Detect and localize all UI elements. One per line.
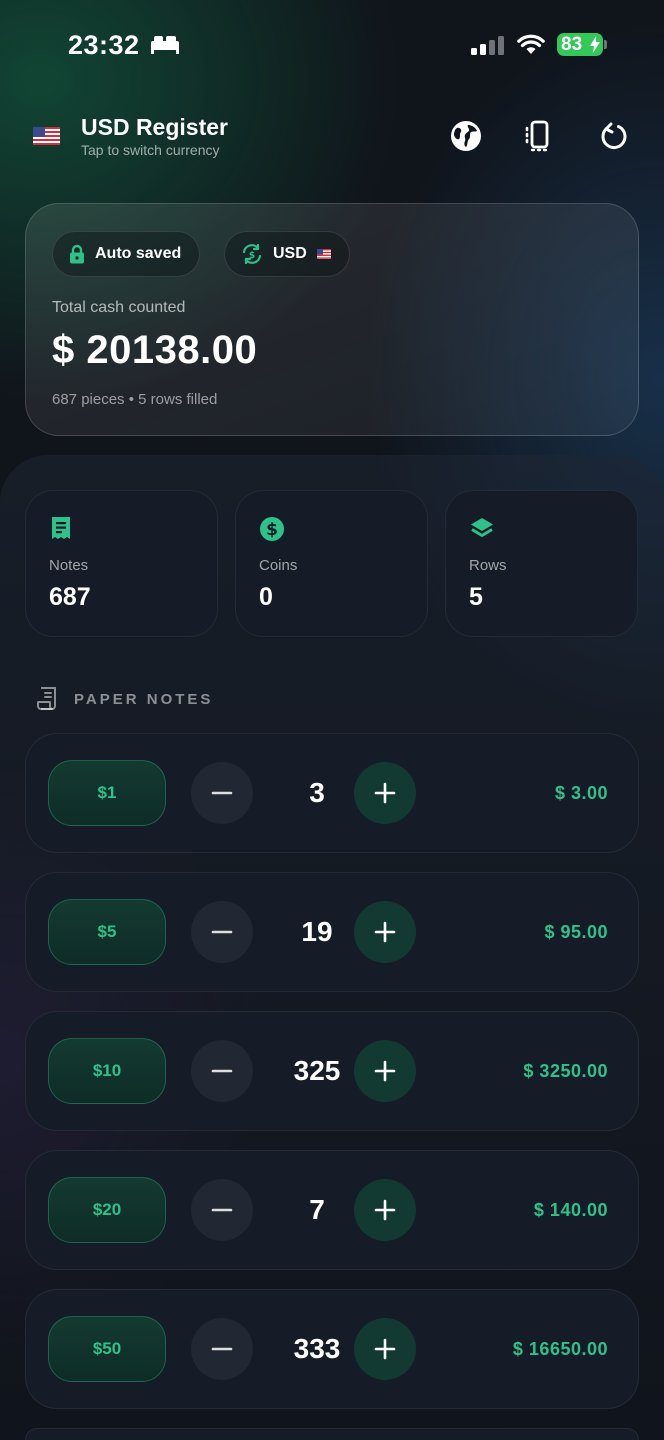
plus-icon <box>374 1199 396 1221</box>
charging-bolt-icon <box>590 36 600 53</box>
stat-card-coins: $ Coins 0 <box>235 490 428 637</box>
increment-button[interactable] <box>354 1318 416 1380</box>
us-flag-icon <box>316 249 331 259</box>
page-title[interactable]: USD Register <box>81 114 228 141</box>
us-flag-icon[interactable] <box>33 127 60 145</box>
denomination-chip[interactable]: $10 <box>48 1038 166 1104</box>
increment-button[interactable] <box>354 1179 416 1241</box>
denomination-row: $5 19 $ 95.00 <box>25 872 639 992</box>
minus-icon <box>211 1347 233 1351</box>
globe-icon <box>451 121 481 151</box>
stat-value: 5 <box>469 583 483 611</box>
denomination-chip[interactable]: $1 <box>48 760 166 826</box>
reset-button[interactable] <box>596 118 632 154</box>
stat-value: 0 <box>259 583 273 611</box>
plus-icon <box>374 1338 396 1360</box>
device-button[interactable] <box>521 118 557 154</box>
denomination-row: $20 7 $ 140.00 <box>25 1150 639 1270</box>
stat-card-notes: Notes 687 <box>25 490 218 637</box>
total-card: Auto saved $ USD Total cash counted $ 20… <box>25 203 639 436</box>
phone-vibrate-icon <box>525 120 549 152</box>
stat-card-rows: Rows 5 <box>445 490 638 637</box>
status-time: 23:32 <box>68 30 140 60</box>
plus-icon <box>374 782 396 804</box>
stat-value: 687 <box>49 583 91 611</box>
section-title: PAPER NOTES <box>74 690 214 708</box>
row-subtotal: $ 3250.00 <box>523 1060 608 1081</box>
row-subtotal: $ 16650.00 <box>512 1338 608 1359</box>
plus-icon <box>374 1060 396 1082</box>
wifi-icon <box>517 34 545 54</box>
decrement-button[interactable] <box>191 1179 253 1241</box>
denomination-chip[interactable]: $20 <box>48 1177 166 1243</box>
increment-button[interactable] <box>354 1040 416 1102</box>
status-bar: 23:32 83 <box>0 0 664 90</box>
section-header-paper-notes: PAPER NOTES <box>37 686 213 712</box>
decrement-button[interactable] <box>191 1040 253 1102</box>
minus-icon <box>211 1208 233 1212</box>
currency-switch-pill[interactable]: $ USD <box>224 231 350 277</box>
sleep-focus-icon <box>151 36 179 54</box>
svg-text:$: $ <box>266 520 278 540</box>
denomination-chip[interactable]: $5 <box>48 899 166 965</box>
denomination-row: $10 325 $ 3250.00 <box>25 1011 639 1131</box>
lock-icon <box>70 244 84 264</box>
minus-icon <box>211 930 233 934</box>
minus-icon <box>211 1069 233 1073</box>
stat-label: Coins <box>259 557 298 574</box>
increment-button[interactable] <box>354 901 416 963</box>
denomination-row: $1 3 $ 3.00 <box>25 733 639 853</box>
currency-exchange-icon: $ <box>242 243 262 265</box>
battery-cap <box>604 40 607 49</box>
denomination-row: $50 333 $ 16650.00 <box>25 1289 639 1409</box>
layers-icon <box>471 518 493 537</box>
stat-label: Notes <box>49 557 89 574</box>
page-subtitle: Tap to switch currency <box>81 142 220 158</box>
decrement-button[interactable] <box>191 762 253 824</box>
total-amount: $ 20138.00 <box>52 328 258 372</box>
total-meta: 687 pieces • 5 rows filled <box>52 391 218 408</box>
currency-globe-button[interactable] <box>448 118 484 154</box>
decrement-button[interactable] <box>191 1318 253 1380</box>
increment-button[interactable] <box>354 762 416 824</box>
auto-saved-label: Auto saved <box>95 245 182 262</box>
cellular-signal-icon <box>471 36 504 55</box>
refresh-icon <box>601 122 627 150</box>
row-subtotal: $ 95.00 <box>544 921 608 942</box>
battery-level: 83 <box>561 33 583 55</box>
plus-icon <box>374 921 396 943</box>
stat-label: Rows <box>469 557 507 574</box>
dollar-coin-icon: $ <box>260 517 284 541</box>
row-subtotal: $ 140.00 <box>533 1199 608 1220</box>
denomination-row-partial <box>25 1428 639 1440</box>
total-label: Total cash counted <box>52 299 186 316</box>
battery-indicator: 83 <box>557 33 603 56</box>
minus-icon <box>211 791 233 795</box>
note-icon <box>37 687 56 710</box>
decrement-button[interactable] <box>191 901 253 963</box>
row-subtotal: $ 3.00 <box>554 782 608 803</box>
receipt-icon <box>52 517 70 539</box>
app-header: USD Register Tap to switch currency <box>0 108 664 168</box>
denomination-chip[interactable]: $50 <box>48 1316 166 1382</box>
svg-text:$: $ <box>249 251 255 261</box>
auto-saved-badge: Auto saved <box>52 231 201 277</box>
currency-code: USD <box>273 245 307 262</box>
